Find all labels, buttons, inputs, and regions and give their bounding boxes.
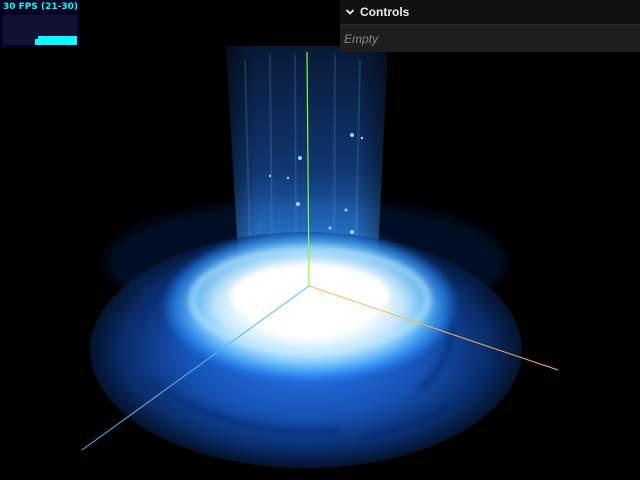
fps-graph-bar xyxy=(76,36,77,45)
scene-canvas[interactable] xyxy=(0,0,640,480)
fps-graph xyxy=(3,15,77,45)
3d-viewport[interactable] xyxy=(0,0,640,480)
chevron-down-icon xyxy=(344,6,356,18)
controls-toggle[interactable]: Controls xyxy=(340,0,640,25)
empty-label: Empty xyxy=(344,31,379,46)
controls-title: Controls xyxy=(360,5,410,19)
controls-panel: Controls Empty xyxy=(340,0,640,52)
fps-stats-panel[interactable]: 30 FPS (21-30) xyxy=(0,0,80,48)
controls-content: Empty xyxy=(340,25,640,52)
core-center xyxy=(230,264,390,328)
fps-label: 30 FPS (21-30) xyxy=(3,2,79,12)
